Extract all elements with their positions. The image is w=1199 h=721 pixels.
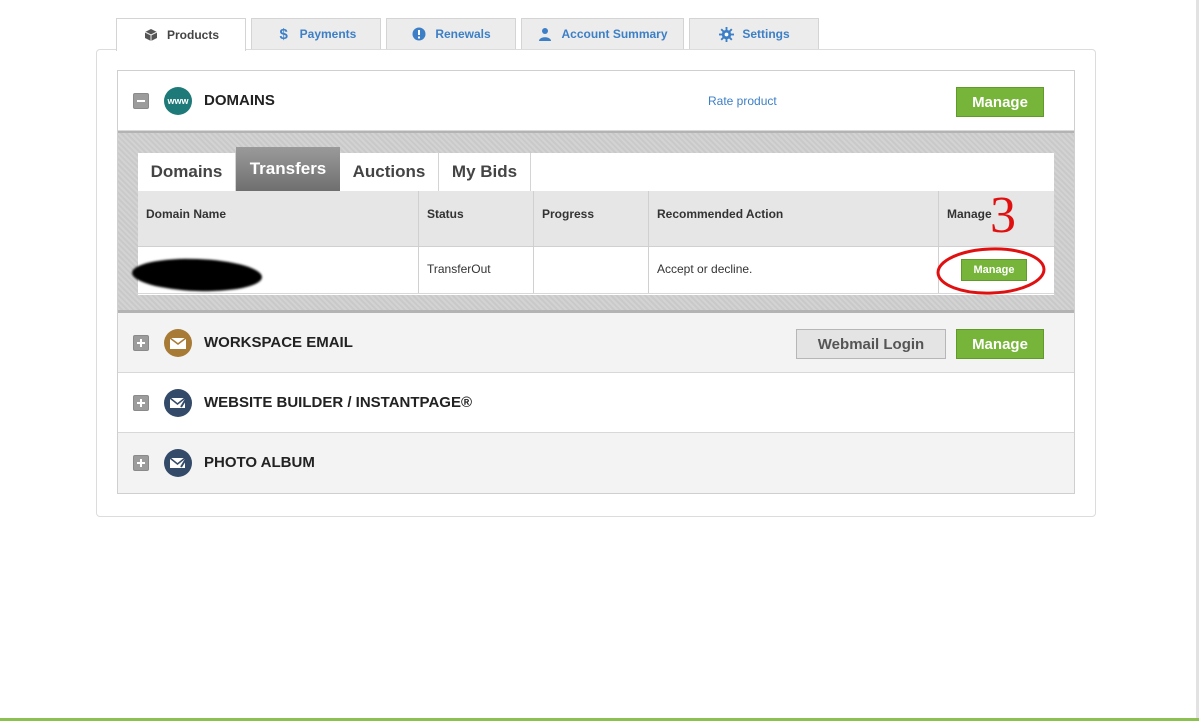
webmail-login-button[interactable]: Webmail Login <box>796 329 946 359</box>
dollar-icon: $ <box>279 25 288 43</box>
domains-expanded-panel: Domains Transfers Auctions My Bids Domai… <box>118 131 1074 313</box>
envelope-icon <box>164 329 192 357</box>
action-cell: Accept or decline. <box>649 247 939 293</box>
subtab-my-bids[interactable]: My Bids <box>439 153 531 191</box>
tab-account-summary[interactable]: Account Summary <box>521 18 684 49</box>
manage-cell: Manage <box>939 247 1054 293</box>
col-progress: Progress <box>534 191 649 246</box>
domains-header: www DOMAINS Rate product Manage <box>118 71 1074 131</box>
col-recommended-action: Recommended Action <box>649 191 939 246</box>
expand-toggle-website-builder[interactable] <box>133 395 149 411</box>
domains-sub-tabs: Domains Transfers Auctions My Bids <box>138 147 1054 194</box>
box-icon <box>143 27 159 43</box>
tab-label: Settings <box>742 27 790 41</box>
subtab-transfers[interactable]: Transfers <box>236 147 340 191</box>
www-icon-text: www <box>167 96 189 106</box>
tab-label: Products <box>166 28 219 42</box>
workspace-email-manage-button[interactable]: Manage <box>956 329 1044 359</box>
col-domain-name: Domain Name <box>138 191 419 246</box>
user-icon <box>537 26 553 42</box>
globe-www-icon: www <box>164 87 192 115</box>
expand-toggle-photo-album[interactable] <box>133 455 149 471</box>
domains-manage-button[interactable]: Manage <box>956 87 1044 117</box>
tab-label: Renewals <box>435 27 491 41</box>
progress-cell <box>534 247 649 293</box>
website-builder-header: WEBSITE BUILDER / INSTANTPAGE® <box>118 373 1074 433</box>
domains-inner-panel: Domains Transfers Auctions My Bids Domai… <box>131 147 1054 295</box>
gear-icon <box>718 26 734 42</box>
col-manage: Manage <box>947 207 992 221</box>
collapse-toggle-domains[interactable] <box>133 93 149 109</box>
expand-toggle-workspace-email[interactable] <box>133 335 149 351</box>
rate-product-link[interactable]: Rate product <box>708 94 777 108</box>
table-row: TransferOut Accept or decline. Manage <box>131 247 1054 294</box>
tab-settings[interactable]: Settings <box>689 18 819 49</box>
website-builder-icon <box>164 389 192 417</box>
workspace-email-title: WORKSPACE EMAIL <box>204 334 353 351</box>
photo-album-icon <box>164 449 192 477</box>
product-list: www DOMAINS Rate product Manage Domains … <box>117 70 1075 494</box>
tab-label: Payments <box>299 27 357 41</box>
tab-label: Account Summary <box>561 27 668 41</box>
redacted-domain-scribble <box>131 256 263 294</box>
table-header-row: Domain Name Status Progress Recommended … <box>138 191 1054 247</box>
status-cell: TransferOut <box>419 247 534 293</box>
alert-icon <box>411 26 427 42</box>
transfers-table: Domain Name Status Progress Recommended … <box>131 191 1054 294</box>
subtab-auctions[interactable]: Auctions <box>340 153 439 191</box>
tab-payments[interactable]: $ Payments <box>251 18 381 49</box>
col-status: Status <box>419 191 534 246</box>
domains-title: DOMAINS <box>204 92 275 109</box>
tab-products[interactable]: Products <box>116 18 246 51</box>
workspace-email-header: WORKSPACE EMAIL Webmail Login Manage <box>118 313 1074 373</box>
domain-name-cell <box>131 247 419 294</box>
tab-renewals[interactable]: Renewals <box>386 18 516 49</box>
photo-album-header: PHOTO ALBUM <box>118 433 1074 493</box>
subtab-domains[interactable]: Domains <box>138 153 236 191</box>
transfer-manage-button[interactable]: Manage <box>961 259 1027 281</box>
website-builder-title: WEBSITE BUILDER / INSTANTPAGE® <box>204 394 473 411</box>
photo-album-title: PHOTO ALBUM <box>204 454 315 471</box>
